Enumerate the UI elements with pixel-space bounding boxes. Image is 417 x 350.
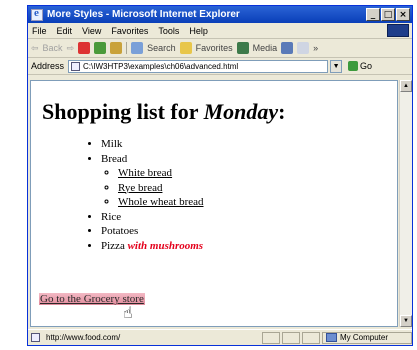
- page-heading: Shopping list for Monday:: [42, 99, 397, 125]
- window-controls: _ □ ×: [366, 8, 410, 21]
- menu-file[interactable]: File: [32, 26, 47, 36]
- menu-bar: File Edit View Favorites Tools Help: [28, 23, 412, 39]
- stop-icon[interactable]: [78, 42, 91, 54]
- search-button[interactable]: Search: [147, 43, 176, 53]
- vertical-scrollbar[interactable]: ▲ ▼: [399, 80, 412, 327]
- address-label: Address: [31, 61, 65, 71]
- status-pane: [262, 331, 280, 344]
- close-button[interactable]: ×: [396, 8, 410, 21]
- list-item: Rice: [101, 210, 397, 225]
- internet-explorer-icon: [31, 7, 43, 21]
- heading-suffix: :: [278, 99, 286, 124]
- pizza-extra: with mushrooms: [127, 239, 204, 252]
- list-item: Bread White bread Rye bread Whole wheat …: [101, 152, 397, 210]
- home-icon[interactable]: [110, 42, 123, 54]
- sublist-item: Rye bread: [118, 181, 397, 196]
- list-item: Milk: [101, 137, 397, 152]
- status-pane: [302, 331, 320, 344]
- menu-tools[interactable]: Tools: [158, 26, 179, 36]
- back-button[interactable]: Back: [43, 43, 63, 53]
- list-item: Pizza with mushrooms: [101, 239, 397, 254]
- heading-day: Monday: [203, 99, 279, 124]
- status-pane: [282, 331, 300, 344]
- bread-sublist: White bread Rye bread Whole wheat bread: [118, 166, 397, 210]
- refresh-icon[interactable]: [94, 42, 107, 54]
- menu-view[interactable]: View: [82, 26, 101, 36]
- rye-bread-link[interactable]: Rye bread: [118, 182, 162, 194]
- page-content: Shopping list for Monday: Milk Bread Whi…: [30, 80, 398, 327]
- scroll-up-icon[interactable]: ▲: [400, 80, 412, 92]
- go-label: Go: [360, 61, 373, 71]
- toolbar: ⇦ Back ⇨ Search Favorites Media »: [28, 39, 412, 58]
- shopping-list: Milk Bread White bread Rye bread Whole w…: [101, 137, 397, 253]
- page-icon: [71, 61, 81, 71]
- menu-favorites[interactable]: Favorites: [111, 26, 148, 36]
- menu-edit[interactable]: Edit: [57, 26, 73, 36]
- windows-logo-icon: [387, 24, 409, 37]
- status-page-icon: [31, 333, 40, 342]
- favorites-icon[interactable]: [179, 42, 192, 54]
- address-bar: Address C:\IW3HTP3\examples\ch06\advance…: [28, 58, 412, 75]
- history-icon[interactable]: [281, 42, 294, 54]
- status-bar: http://www.food.com/ My Computer: [28, 329, 412, 345]
- computer-icon: [326, 333, 337, 342]
- address-value: C:\IW3HTP3\examples\ch06\advanced.html: [83, 61, 239, 71]
- white-bread-link[interactable]: White bread: [118, 167, 172, 179]
- browser-window: More Styles - Microsoft Internet Explore…: [27, 5, 413, 346]
- zone-label: My Computer: [340, 333, 389, 342]
- minimize-button[interactable]: _: [366, 8, 380, 21]
- list-item-bread: Bread: [101, 152, 128, 165]
- list-item-pizza: Pizza: [101, 239, 125, 252]
- media-icon[interactable]: [236, 42, 249, 54]
- status-url: http://www.food.com/: [31, 333, 260, 342]
- address-input[interactable]: C:\IW3HTP3\examples\ch06\advanced.html: [68, 59, 329, 73]
- maximize-button[interactable]: □: [381, 8, 395, 21]
- toolbar-separator: [126, 42, 128, 54]
- media-button[interactable]: Media: [253, 43, 278, 53]
- scroll-down-icon[interactable]: ▼: [400, 315, 412, 327]
- mail-icon[interactable]: [297, 42, 310, 54]
- forward-arrow-icon[interactable]: ⇨: [67, 43, 75, 54]
- sublist-item: White bread: [118, 166, 397, 181]
- hand-cursor-icon: ☝: [123, 303, 133, 322]
- go-button[interactable]: Go: [348, 61, 372, 71]
- toolbar-overflow[interactable]: »: [313, 43, 318, 53]
- address-dropdown-icon[interactable]: ▼: [330, 59, 343, 73]
- title-bar: More Styles - Microsoft Internet Explore…: [28, 6, 412, 23]
- favorites-button[interactable]: Favorites: [196, 43, 233, 53]
- status-url-text: http://www.food.com/: [46, 333, 121, 342]
- search-icon[interactable]: [131, 42, 144, 54]
- go-arrow-icon: [348, 61, 359, 71]
- sublist-item: Whole wheat bread: [118, 195, 397, 210]
- list-item: Potatoes: [101, 224, 397, 239]
- heading-prefix: Shopping list for: [42, 99, 199, 124]
- menu-help[interactable]: Help: [189, 26, 208, 36]
- back-arrow-icon: ⇦: [31, 42, 39, 53]
- security-zone: My Computer: [322, 331, 412, 344]
- whole-wheat-bread-link[interactable]: Whole wheat bread: [118, 196, 204, 208]
- window-title: More Styles - Microsoft Internet Explore…: [47, 9, 240, 20]
